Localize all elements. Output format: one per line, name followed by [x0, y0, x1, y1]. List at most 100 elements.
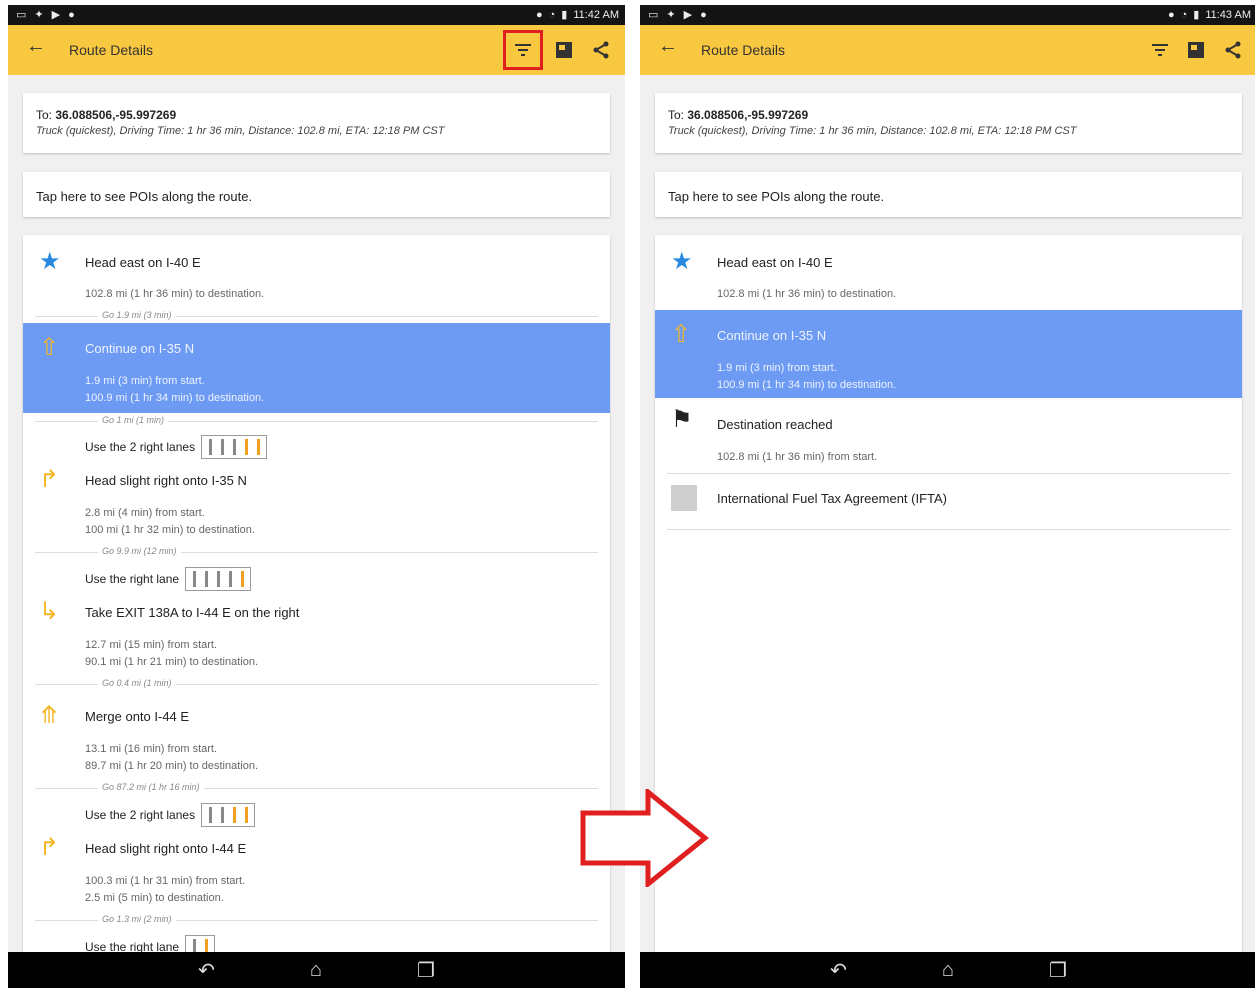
lane-arrows-icon — [201, 803, 256, 827]
step-instruction: Destination reached — [717, 417, 833, 432]
back-arrow-icon[interactable]: ← — [26, 35, 46, 58]
share-button[interactable] — [586, 35, 616, 65]
step-item[interactable]: ★ Head east on I-40 E 102.8 mi (1 hr 36 … — [655, 235, 1242, 310]
segment-distance: Go 9.9 mi (12 min) — [98, 546, 181, 556]
step-instruction: Head slight right onto I-35 N — [85, 473, 247, 488]
recent-apps-icon[interactable]: ❐ — [417, 958, 435, 983]
recent-apps-icon[interactable]: ❐ — [1049, 958, 1067, 983]
route-summary-card: To: 36.088506,-95.997269 Truck (quickest… — [23, 93, 610, 153]
home-icon[interactable]: ⌂ — [942, 959, 954, 982]
straight-arrow-icon: ⇧ — [39, 334, 60, 361]
step-item[interactable]: ⤊ Merge onto I-44 E 13.1 mi (16 min) fro… — [23, 697, 610, 787]
step-item[interactable]: ↱ Head slight right onto I-44 E 100.3 mi… — [23, 829, 610, 919]
status-bar: ▭ ✦ ▶ ● ● ◔ ▮ 11:42 AM — [8, 5, 625, 25]
destination-line: To: 36.088506,-95.997269 — [668, 108, 808, 122]
checkered-flag-icon: ⚑ — [671, 406, 693, 433]
merge-icon: ⤊ — [39, 702, 60, 729]
screen-icon: ▭ — [648, 9, 659, 21]
poi-card[interactable]: Tap here to see POIs along the route. — [655, 172, 1242, 217]
back-arrow-icon[interactable]: ← — [658, 35, 678, 58]
share-icon — [1225, 41, 1241, 59]
steps-list: ★ Head east on I-40 E 102.8 mi (1 hr 36 … — [655, 235, 1242, 988]
ifta-icon — [671, 485, 697, 511]
app-icon: ✦ — [34, 9, 44, 21]
segment-distance: Go 1 mi (1 min) — [98, 415, 169, 425]
step-detail: 12.7 mi (15 min) from start. — [85, 639, 218, 651]
status-system: ● ◔ ▮ 11:42 AM — [536, 8, 619, 22]
step-item-selected[interactable]: ⇧ Continue on I-35 N 1.9 mi (3 min) from… — [23, 323, 610, 413]
step-detail: 2.5 mi (5 min) to destination. — [85, 892, 224, 904]
step-instruction: Continue on I-35 N — [717, 328, 827, 343]
step-detail: 102.8 mi (1 hr 36 min) to destination. — [85, 288, 265, 300]
status-system: ● ◔ ▮ 11:43 AM — [1168, 8, 1251, 22]
to-label: To: — [668, 108, 688, 122]
home-icon[interactable]: ⌂ — [310, 959, 322, 982]
left-screen: ▭ ✦ ▶ ● ● ◔ ▮ 11:42 AM ← Route Details T… — [8, 5, 625, 988]
lane-text: Use the 2 right lanes — [85, 440, 196, 454]
step-item[interactable]: ⚑ Destination reached 102.8 mi (1 hr 36 … — [655, 403, 1242, 473]
step-detail: 89.7 mi (1 hr 20 min) to destination. — [85, 760, 259, 772]
back-nav-icon[interactable]: ↶ — [198, 958, 215, 983]
battery-icon: ▮ — [1193, 9, 1200, 21]
to-value: 36.088506,-95.997269 — [687, 108, 809, 122]
to-label: To: — [36, 108, 56, 122]
lane-arrows-icon — [185, 567, 252, 591]
status-bar: ▭ ✦ ▶ ● ● ◔ ▮ 11:43 AM — [640, 5, 1255, 25]
map-button[interactable] — [549, 35, 579, 65]
step-detail: 100.9 mi (1 hr 34 min) to destination. — [717, 379, 897, 391]
status-time: 11:42 AM — [573, 9, 619, 21]
segment-distance: Go 87.2 mi (1 hr 16 min) — [98, 782, 204, 792]
right-screen: ▭ ✦ ▶ ● ● ◔ ▮ 11:43 AM ← Route Details T… — [640, 5, 1255, 988]
step-item[interactable]: ↳ Take EXIT 138A to I-44 E on the right … — [23, 593, 610, 683]
step-detail: 1.9 mi (3 min) from start. — [85, 375, 205, 387]
chat-icon: ● — [68, 9, 75, 21]
map-icon — [556, 42, 572, 58]
filter-icon — [1152, 44, 1168, 56]
app-icon: ✦ — [666, 9, 676, 21]
step-detail: 100.3 mi (1 hr 31 min) from start. — [85, 875, 246, 887]
step-instruction: Head east on I-40 E — [717, 255, 833, 270]
page-title: Route Details — [701, 42, 786, 58]
wifi-icon: ◔ — [1180, 9, 1188, 21]
lane-text: Use the right lane — [85, 572, 180, 586]
transition-arrow-icon — [580, 789, 709, 887]
step-instruction: Take EXIT 138A to I-44 E on the right — [85, 605, 300, 620]
lane-text: Use the 2 right lanes — [85, 808, 196, 822]
steps-list: ★ Head east on I-40 E 102.8 mi (1 hr 36 … — [23, 235, 610, 988]
star-icon: ★ — [39, 248, 61, 275]
back-nav-icon[interactable]: ↶ — [830, 958, 847, 983]
share-button[interactable] — [1218, 35, 1248, 65]
poi-card[interactable]: Tap here to see POIs along the route. — [23, 172, 610, 217]
star-icon: ★ — [671, 248, 693, 275]
step-instruction: Merge onto I-44 E — [85, 709, 190, 724]
step-detail: 100 mi (1 hr 32 min) to destination. — [85, 524, 255, 536]
app-bar: ← Route Details — [8, 25, 625, 75]
step-detail: 100.9 mi (1 hr 34 min) to destination. — [85, 392, 265, 404]
step-instruction: Head slight right onto I-44 E — [85, 841, 247, 856]
step-detail: 102.8 mi (1 hr 36 min) from start. — [717, 451, 878, 463]
map-button[interactable] — [1181, 35, 1211, 65]
slight-right-icon: ↱ — [39, 834, 60, 861]
share-icon — [593, 41, 609, 59]
status-notifications: ▭ ✦ ▶ ● — [648, 8, 707, 22]
filter-button[interactable] — [1145, 35, 1175, 65]
status-time: 11:43 AM — [1205, 9, 1251, 21]
location-icon: ● — [1167, 9, 1175, 21]
step-item-selected[interactable]: ⇧ Continue on I-35 N 1.9 mi (3 min) from… — [655, 310, 1242, 398]
step-item[interactable]: International Fuel Tax Agreement (IFTA) — [655, 475, 1242, 527]
screen-icon: ▭ — [16, 9, 27, 21]
divider — [667, 473, 1230, 474]
destination-line: To: 36.088506,-95.997269 — [36, 108, 176, 122]
filter-button[interactable] — [503, 30, 543, 70]
exit-right-icon: ↳ — [39, 598, 60, 625]
segment-distance: Go 1.3 mi (2 min) — [98, 914, 176, 924]
step-instruction: Head east on I-40 E — [85, 255, 201, 270]
app-bar: ← Route Details — [640, 25, 1255, 75]
play-icon: ▶ — [683, 9, 693, 21]
step-detail: 13.1 mi (16 min) from start. — [85, 743, 218, 755]
step-instruction: International Fuel Tax Agreement (IFTA) — [717, 491, 948, 506]
step-item[interactable]: ↱ Head slight right onto I-35 N 2.8 mi (… — [23, 461, 610, 551]
poi-text: Tap here to see POIs along the route. — [668, 189, 885, 204]
segment-distance: Go 0.4 mi (1 min) — [98, 678, 176, 688]
poi-text: Tap here to see POIs along the route. — [36, 189, 253, 204]
